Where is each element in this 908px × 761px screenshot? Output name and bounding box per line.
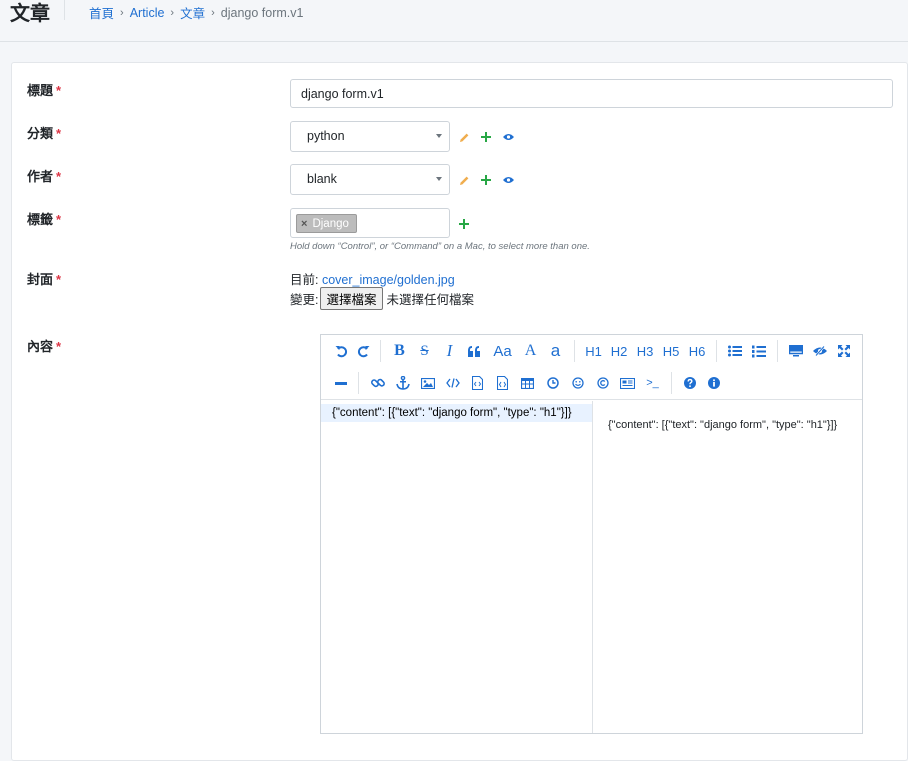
cover-change: 變更: 選擇檔案 未選擇任何檔案	[290, 287, 474, 310]
no-file-text: 未選擇任何檔案	[386, 293, 475, 307]
toolbar-divider	[777, 340, 778, 362]
plus-icon[interactable]	[458, 218, 470, 230]
required-mark: *	[56, 126, 62, 141]
remove-tag-icon[interactable]: ×	[301, 218, 307, 230]
code-block-icon[interactable]	[465, 373, 490, 393]
eye-icon[interactable]	[502, 131, 514, 143]
redo-icon[interactable]	[352, 341, 374, 361]
link-icon[interactable]	[365, 373, 390, 393]
toolbar-divider	[380, 340, 381, 362]
required-mark: *	[56, 83, 62, 98]
ordered-list-icon[interactable]	[747, 341, 771, 361]
category-value: python	[307, 129, 345, 143]
required-mark: *	[56, 339, 62, 354]
plus-icon[interactable]	[480, 131, 492, 143]
italic-icon[interactable]: I	[437, 341, 462, 361]
required-mark: *	[56, 212, 62, 227]
toolbar-divider	[671, 372, 672, 394]
page-title: 文章	[10, 3, 50, 25]
quote-icon[interactable]	[462, 341, 487, 361]
eye-slash-icon[interactable]	[808, 341, 832, 361]
strikethrough-icon[interactable]: S	[412, 341, 437, 361]
font-size-small-icon[interactable]: a	[543, 341, 568, 361]
title-input[interactable]	[290, 79, 893, 108]
cover-current: 目前: cover_image/golden.jpg	[290, 273, 455, 287]
breadcrumb-home[interactable]: 首頁	[89, 3, 114, 22]
desktop-preview-icon[interactable]	[784, 341, 808, 361]
terminal-icon[interactable]: >_	[640, 373, 665, 393]
image-icon[interactable]	[415, 373, 440, 393]
tag-chip: × Django	[296, 214, 357, 233]
code-line: {"content": [{"text": "django form", "ty…	[321, 404, 592, 422]
heading-3-icon[interactable]: H3	[632, 341, 658, 361]
markdown-editor: B S I Aa A a H1 H2 H3 H5 H6 >_ {"content…	[320, 334, 863, 734]
tags-help-text: Hold down “Control”, or “Command” on a M…	[290, 241, 590, 252]
breadcrumb-article[interactable]: Article	[130, 6, 165, 20]
font-size-large-icon[interactable]: A	[518, 341, 543, 361]
breadcrumb-post[interactable]: 文章	[180, 3, 205, 22]
plus-icon[interactable]	[480, 174, 492, 186]
fullscreen-icon[interactable]	[832, 341, 856, 361]
eye-icon[interactable]	[502, 174, 514, 186]
editor-toolbar: B S I Aa A a H1 H2 H3 H5 H6 >_	[321, 335, 862, 400]
code-inline-icon[interactable]	[440, 373, 465, 393]
tags-label: 標籤 *	[27, 212, 62, 227]
title-label: 標題 *	[27, 83, 62, 98]
tag-chip-label: Django	[312, 217, 349, 230]
category-related-actions	[458, 130, 514, 144]
toolbar-row-1: B S I Aa A a H1 H2 H3 H5 H6	[330, 340, 856, 362]
cover-label: 封面 *	[27, 272, 62, 287]
tags-multiselect[interactable]: × Django	[290, 208, 450, 238]
category-select[interactable]: python	[290, 121, 450, 152]
undo-icon[interactable]	[330, 341, 352, 361]
font-case-icon[interactable]: Aa	[487, 341, 518, 361]
cover-file-link[interactable]: cover_image/golden.jpg	[322, 273, 455, 287]
category-label: 分類 *	[27, 126, 62, 141]
choose-file-button[interactable]: 選擇檔案	[320, 287, 383, 310]
copyright-icon[interactable]	[590, 373, 615, 393]
author-label: 作者 *	[27, 169, 62, 184]
toolbar-row-2: >_	[330, 372, 726, 394]
breadcrumb: 首頁 › Article › 文章 › django form.v1	[89, 3, 303, 22]
code-file-icon[interactable]	[490, 373, 515, 393]
bold-icon[interactable]: B	[387, 341, 412, 361]
pencil-icon[interactable]	[458, 131, 470, 143]
clock-icon[interactable]	[540, 373, 565, 393]
pencil-icon[interactable]	[458, 174, 470, 186]
toolbar-divider	[358, 372, 359, 394]
chevron-down-icon	[436, 134, 442, 138]
table-icon[interactable]	[515, 373, 540, 393]
emoji-icon[interactable]	[565, 373, 590, 393]
author-select[interactable]: blank	[290, 164, 450, 195]
toolbar-divider	[716, 340, 717, 362]
chevron-down-icon	[436, 177, 442, 181]
heading-1-icon[interactable]: H1	[581, 341, 606, 361]
toolbar-divider	[574, 340, 575, 362]
breadcrumb-current: django form.v1	[220, 5, 304, 20]
breadcrumb-chevron-icon: ›	[120, 6, 124, 19]
content-label: 內容 *	[27, 339, 62, 354]
breadcrumb-chevron-icon: ›	[170, 6, 175, 19]
info-icon[interactable]	[702, 373, 726, 393]
author-related-actions	[458, 173, 514, 187]
pagebreak-icon[interactable]	[615, 373, 640, 393]
breadcrumb-chevron-icon: ›	[211, 6, 215, 19]
required-mark: *	[56, 272, 62, 287]
unordered-list-icon[interactable]	[723, 341, 747, 361]
preview-text: {"content": [{"text": "django form", "ty…	[608, 419, 838, 431]
horizontal-rule-icon[interactable]	[330, 373, 352, 393]
anchor-icon[interactable]	[390, 373, 415, 393]
tags-related-actions	[458, 217, 470, 231]
markdown-preview-pane: {"content": [{"text": "django form", "ty…	[594, 401, 862, 733]
page-header: 文章 首頁 › Article › 文章 › django form.v1	[0, 0, 908, 42]
help-icon[interactable]	[678, 373, 702, 393]
markdown-input-pane[interactable]: {"content": [{"text": "django form", "ty…	[321, 401, 593, 733]
title-divider	[64, 0, 65, 20]
heading-5-icon[interactable]: H5	[658, 341, 684, 361]
author-value: blank	[307, 172, 337, 186]
required-mark: *	[56, 169, 62, 184]
heading-2-icon[interactable]: H2	[606, 341, 632, 361]
heading-6-icon[interactable]: H6	[684, 341, 710, 361]
